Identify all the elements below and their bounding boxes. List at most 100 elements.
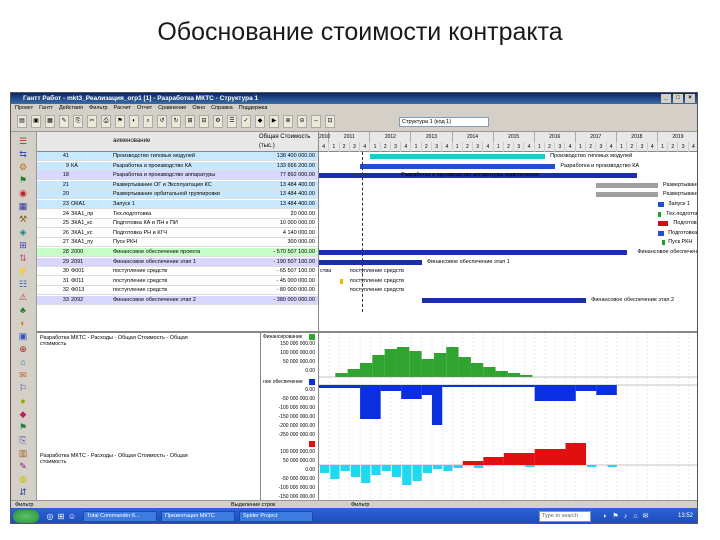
sidebar-tool-icon[interactable]: ⊕ <box>16 343 30 355</box>
menu-item[interactable]: Поддержка <box>239 104 268 112</box>
menu-item[interactable]: Отчет <box>137 104 152 112</box>
menu-item[interactable]: Окно <box>192 104 205 112</box>
table-icon[interactable]: ⊡ <box>325 115 335 128</box>
sidebar-tool-icon[interactable]: ⚐ <box>16 382 30 394</box>
sidebar-tool-icon[interactable]: ◍ <box>16 473 30 485</box>
menu-item[interactable]: Фильтр <box>89 104 107 112</box>
sidebar-tool-icon[interactable]: ⇵ <box>16 486 30 498</box>
menu-item[interactable]: Справка <box>211 104 233 112</box>
table-row[interactable]: 27 ЗКА1_пу Пуск РКН 300 000.00 <box>37 238 318 248</box>
table-row[interactable]: 33 2092 Финансовое обеспечение этап 2 - 380… <box>37 296 318 305</box>
sidebar-tool-icon[interactable]: ▦ <box>16 200 30 212</box>
table-row[interactable]: 28 2000 Финансовое обеспечение проекта - 57… <box>37 248 318 257</box>
print-icon[interactable]: ⎙ <box>101 115 111 128</box>
filter-icon[interactable]: ◐ <box>129 115 139 128</box>
sidebar-tool-icon[interactable]: ⚙ <box>16 161 30 173</box>
sidebar-tool-icon[interactable]: ● <box>16 395 30 407</box>
menu-item[interactable]: Проект <box>15 104 33 112</box>
table-row[interactable]: 30 Ф001 поступление средств - 65 507 100.00 <box>37 267 318 277</box>
gantt-bar[interactable] <box>421 298 586 303</box>
column-name-header[interactable]: аименование <box>113 138 150 144</box>
sidebar-tool-icon[interactable]: ⚡ <box>16 265 30 277</box>
cut-icon[interactable]: ✂ <box>87 115 97 128</box>
quicklaunch-icon[interactable]: ☺ <box>67 511 77 522</box>
sidebar-tool-icon[interactable]: ☷ <box>16 278 30 290</box>
menu-item[interactable]: Действия <box>59 104 83 112</box>
fit-icon[interactable]: ⇔ <box>311 115 321 128</box>
gantt-bar[interactable] <box>370 154 545 159</box>
gantt-bar[interactable] <box>596 182 658 188</box>
menu-item[interactable]: Гантт <box>39 104 53 112</box>
collapse-icon[interactable]: ⊟ <box>199 115 209 128</box>
sidebar-tool-icon[interactable]: ✎ <box>16 460 30 472</box>
taskbar-search[interactable]: Type to search <box>539 511 591 522</box>
undo-icon[interactable]: ↺ <box>157 115 167 128</box>
sidebar-tool-icon[interactable]: ⊞ <box>16 239 30 251</box>
sidebar-tool-icon[interactable]: ◉ <box>16 187 30 199</box>
sidebar-tool-icon[interactable]: ⚒ <box>16 213 30 225</box>
structure-select[interactable]: Структура 1 (код 1) <box>399 117 489 127</box>
run-icon[interactable]: ▶ <box>269 115 279 128</box>
table-row[interactable]: 20 Развертывание орбитальной группировки 1… <box>37 190 318 200</box>
new-icon[interactable]: ▤ <box>17 115 27 128</box>
sidebar-tool-icon[interactable]: ▣ <box>16 330 30 342</box>
table-row[interactable]: 18 Разработка и производство аппаратуры 77… <box>37 171 318 181</box>
table-row[interactable]: 24 ЗКА1_пр Тех.подготовка 20 000.00 <box>37 209 318 219</box>
milestone-icon[interactable]: ◆ <box>255 115 265 128</box>
settings-icon[interactable]: ⚙ <box>213 115 223 128</box>
edit-icon[interactable]: ✎ <box>59 115 69 128</box>
table-row[interactable]: 25 ЗКА1_кс Подготовка КА и ПН к ПИ 10 000 0… <box>37 219 318 229</box>
table-row[interactable]: 32 Ф013 поступление средств - 80 000 000.00 <box>37 286 318 296</box>
table-row[interactable]: 23 ОКА1 Запуск 1 13 484 400.00 <box>37 200 318 209</box>
copy-icon[interactable]: ⎘ <box>73 115 83 128</box>
gantt-bar[interactable] <box>360 163 556 169</box>
quicklaunch-icon[interactable]: ⊞ <box>56 511 66 522</box>
taskbar-window-button[interactable]: Spider Project <box>239 511 313 522</box>
redo-icon[interactable]: ↻ <box>171 115 181 128</box>
taskbar-window-button[interactable]: Total Commander 6... <box>83 511 157 522</box>
gantt-bar[interactable] <box>657 202 665 207</box>
quicklaunch-icon[interactable]: ◎ <box>45 511 55 522</box>
list-icon[interactable]: ☰ <box>227 115 237 128</box>
sidebar-tool-icon[interactable]: ✉ <box>16 369 30 381</box>
sidebar-tool-icon[interactable]: ◐ <box>16 317 30 329</box>
start-button[interactable] <box>13 510 39 523</box>
open-icon[interactable]: ▣ <box>31 115 41 128</box>
expand-icon[interactable]: ⊞ <box>185 115 195 128</box>
flag-icon[interactable]: ⚑ <box>115 115 125 128</box>
sidebar-tool-icon[interactable]: ⌂ <box>16 356 30 368</box>
sidebar-tool-icon[interactable]: ☰ <box>16 135 30 147</box>
search-icon[interactable]: ⌕ <box>143 115 153 128</box>
zoom-in-icon[interactable]: ⊕ <box>283 115 293 128</box>
minimize-button[interactable]: _ <box>661 94 671 103</box>
sidebar-tool-icon[interactable]: ⚑ <box>16 174 30 186</box>
table-row[interactable]: 9 КА Разработка и производство КА 133 666 2… <box>37 161 318 171</box>
sidebar-tool-icon[interactable]: ⎘ <box>16 434 30 446</box>
gantt-bar[interactable] <box>339 278 343 284</box>
zoom-out-icon[interactable]: ⊖ <box>297 115 307 128</box>
sidebar-tool-icon[interactable]: ◆ <box>16 408 30 420</box>
table-row[interactable]: 41 Производство типовых модулей 138 400 00… <box>37 152 318 161</box>
column-cost-header[interactable]: Общая Стоимость <box>259 134 310 140</box>
sidebar-tool-icon[interactable]: ⇅ <box>16 252 30 264</box>
gantt-bar[interactable] <box>657 221 669 227</box>
gantt-bar[interactable] <box>657 230 665 236</box>
sidebar-tool-icon[interactable]: ⚑ <box>16 421 30 433</box>
sidebar-tool-icon[interactable]: ◈ <box>16 226 30 238</box>
table-row[interactable]: 31 Ф011 поступление средств - 45 000 000.00 <box>37 276 318 286</box>
table-row[interactable]: 26 ЗКА1_кс Подготовка РН и КГЧ 4 140 000.00 <box>37 228 318 238</box>
gantt-bar[interactable] <box>319 250 628 255</box>
gantt-bar[interactable] <box>596 192 658 198</box>
grid-icon[interactable]: ▦ <box>45 115 55 128</box>
taskbar-window-button[interactable]: Презентация МКТС <box>161 511 235 522</box>
maximize-button[interactable]: □ <box>673 94 683 103</box>
close-button[interactable]: × <box>685 94 695 103</box>
menu-item[interactable]: Сравнение <box>158 104 186 112</box>
sidebar-tool-icon[interactable]: ♣ <box>16 304 30 316</box>
gantt-bar[interactable] <box>657 211 661 217</box>
gantt-bar[interactable] <box>662 240 666 246</box>
menu-item[interactable]: Расчет <box>114 104 132 112</box>
table-row[interactable]: 21 Развертывание ОГ и Эксплуатация КС 13 4… <box>37 180 318 190</box>
sidebar-tool-icon[interactable]: ▥ <box>16 447 30 459</box>
gantt-bar[interactable] <box>319 259 422 265</box>
